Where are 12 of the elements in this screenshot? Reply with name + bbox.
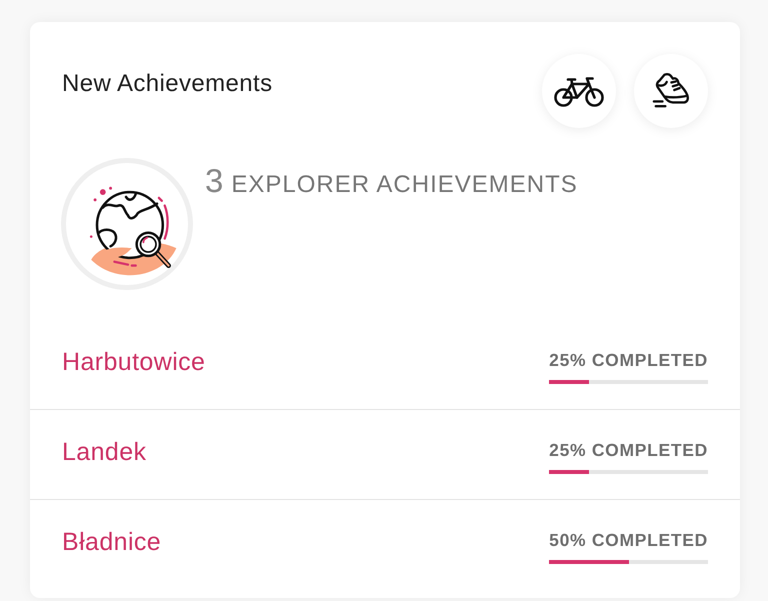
place-link[interactable]: Landek — [62, 438, 146, 467]
progress-label: 50% COMPLETED — [549, 530, 708, 550]
bicycle-icon — [554, 76, 604, 106]
place-link[interactable]: Bładnice — [62, 528, 162, 557]
progress-label: 25% COMPLETED — [549, 440, 708, 460]
sneaker-icon — [652, 72, 690, 110]
place-link[interactable]: Harbutowice — [62, 348, 206, 377]
achievement-category: EXPLORER ACHIEVEMENTS — [231, 171, 578, 199]
progress-label: 25% COMPLETED — [549, 350, 708, 370]
achievement-count: 3 — [205, 162, 224, 200]
card-title: New Achievements — [62, 70, 272, 99]
globe-search-icon — [61, 158, 193, 290]
